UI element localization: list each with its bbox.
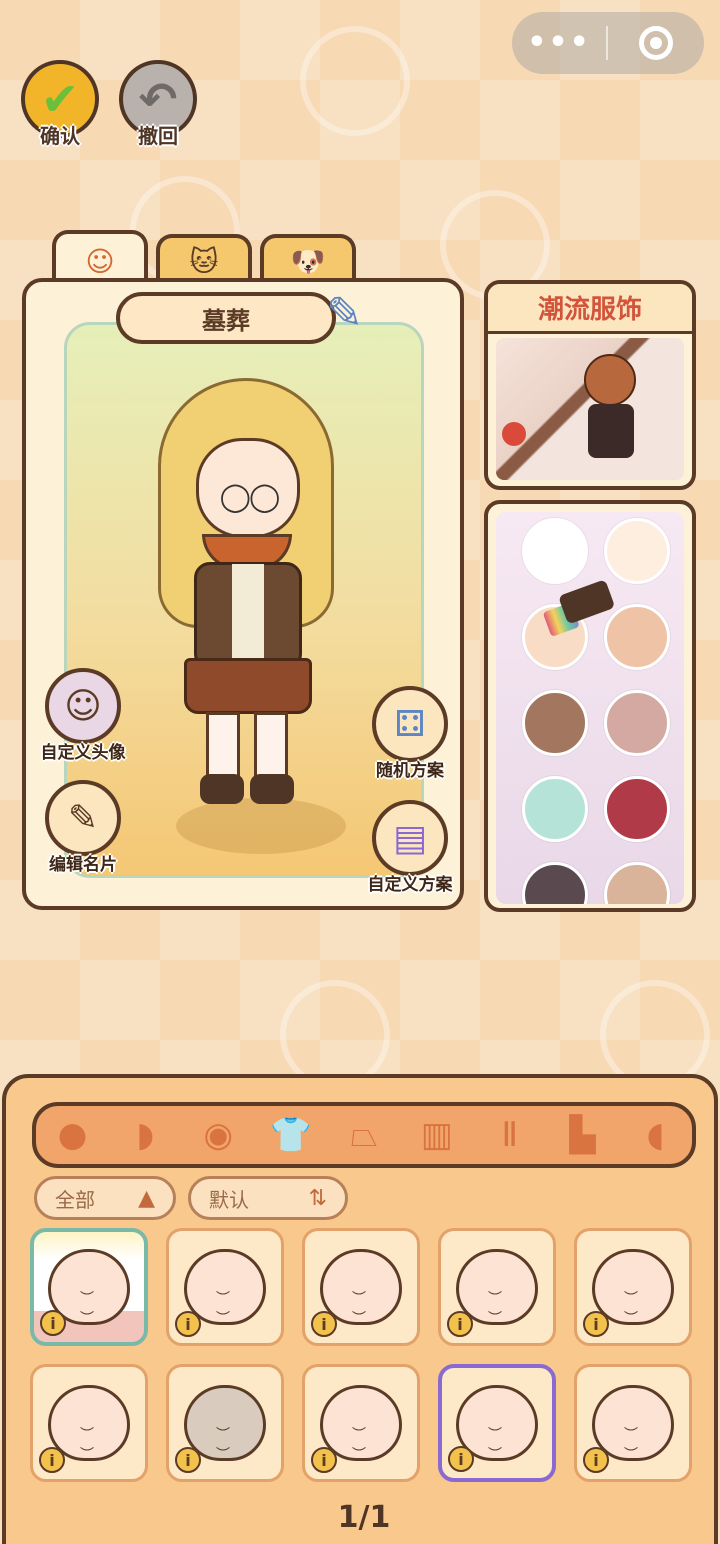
info-icon[interactable]: i <box>583 1311 609 1337</box>
custom-avatar-button[interactable]: ☺ 自定义头像 <box>28 668 138 763</box>
random-plan-button[interactable]: ⚃ 随机方案 <box>360 686 460 781</box>
dice-icon: ⚃ <box>372 686 448 762</box>
more-dots-icon[interactable]: ••• <box>512 12 606 74</box>
info-icon[interactable]: i <box>175 1311 201 1337</box>
fashion-illustration <box>496 338 684 480</box>
close-miniprogram-button[interactable] <box>608 26 704 60</box>
list-item[interactable]: ︶ ︶ i <box>302 1364 420 1482</box>
custom-plan-label: 自定义方案 <box>367 875 453 895</box>
info-icon[interactable]: i <box>39 1447 65 1473</box>
info-icon[interactable]: i <box>175 1447 201 1473</box>
info-icon[interactable]: i <box>311 1311 337 1337</box>
confirm-label: 确认 <box>40 124 80 148</box>
triangle-up-icon: ▲ <box>138 1185 155 1211</box>
undo-label: 撤回 <box>138 124 178 148</box>
list-item[interactable]: ︶ ︶ i <box>166 1364 284 1482</box>
trendy-fashion-panel[interactable]: 潮流服饰 <box>484 280 696 490</box>
sort-arrows-icon: ⇅ <box>308 1185 327 1211</box>
info-icon[interactable]: i <box>40 1310 66 1336</box>
girl-face-icon: ☺ <box>85 244 115 278</box>
character-card: 墓葬 ✎ ◯◯ ☺ 自定义头像 ✎ 编辑名片 ⚃ 随机方案 ▤ 自定义方案 <box>22 278 464 910</box>
accessory-icon[interactable]: ◖ <box>627 1113 683 1157</box>
sort-filter-dropdown[interactable]: 默认 ⇅ <box>188 1176 348 1220</box>
cat-face-icon: 🐱 <box>189 244 219 278</box>
info-icon[interactable]: i <box>448 1446 474 1472</box>
confirm-button[interactable]: ✔ 确认 <box>18 60 102 149</box>
sort-filter-label: 默认 <box>209 1187 249 1212</box>
avatar-icon: ☺ <box>45 668 121 744</box>
custom-avatar-label: 自定义头像 <box>40 743 126 763</box>
list-item[interactable]: ︶ ︶ i <box>438 1364 556 1482</box>
scope-filter-dropdown[interactable]: 全部 ▲ <box>34 1176 176 1220</box>
color-swatch[interactable] <box>522 862 588 904</box>
shirt-icon[interactable]: 👕 <box>263 1113 319 1157</box>
list-item[interactable]: ︶ ︶ i <box>166 1228 284 1346</box>
color-swatch[interactable] <box>604 518 670 584</box>
list-item[interactable]: ︶ ︶ i <box>30 1228 148 1346</box>
color-swatch[interactable] <box>604 862 670 904</box>
miniprogram-capsule: ••• <box>512 12 704 74</box>
background-sun-decoration <box>300 26 410 136</box>
target-icon <box>639 26 673 60</box>
eye-icon[interactable]: ◉ <box>190 1113 246 1157</box>
edit-card-label: 编辑名片 <box>49 855 117 875</box>
pagination-indicator: 1/1 <box>337 1500 391 1535</box>
pants-icon[interactable]: Ⅱ <box>482 1113 538 1157</box>
list-item[interactable]: ︶ ︶ i <box>438 1228 556 1346</box>
random-plan-label: 随机方案 <box>376 761 444 781</box>
face-shape-icon[interactable]: ● <box>44 1113 100 1157</box>
list-item[interactable]: ︶ ︶ i <box>574 1364 692 1482</box>
coat-icon[interactable]: ▥ <box>409 1113 465 1157</box>
color-swatch[interactable] <box>522 518 588 584</box>
scope-filter-label: 全部 <box>55 1187 95 1212</box>
color-swatch[interactable] <box>604 776 670 842</box>
color-swatch[interactable] <box>604 690 670 756</box>
color-palette <box>484 500 696 912</box>
list-item[interactable]: ︶ ︶ i <box>30 1364 148 1482</box>
custom-plan-button[interactable]: ▤ 自定义方案 <box>350 800 470 895</box>
info-icon[interactable]: i <box>583 1447 609 1473</box>
wardrobe-panel: ● ◗ ◉ 👕 ⏢ ▥ Ⅱ ▙ ◖ 全部 ▲ 默认 ⇅ ︶ ︶ i ︶ ︶ i … <box>2 1074 718 1544</box>
dog-face-icon: 🐶 <box>290 244 326 278</box>
color-swatch[interactable] <box>522 690 588 756</box>
outfit-cards-icon: ▤ <box>372 800 448 876</box>
shoe-icon[interactable]: ▙ <box>555 1113 611 1157</box>
edit-card-icon: ✎ <box>45 780 121 856</box>
list-item[interactable]: ︶ ︶ i <box>302 1228 420 1346</box>
list-item[interactable]: ︶ ︶ i <box>574 1228 692 1346</box>
character-name[interactable]: 墓葬 <box>116 292 336 344</box>
character-preview: ◯◯ <box>136 378 356 858</box>
info-icon[interactable]: i <box>447 1311 473 1337</box>
tab-cat[interactable]: 🐱 <box>156 234 252 284</box>
hair-icon[interactable]: ◗ <box>117 1113 173 1157</box>
pencil-icon[interactable]: ✎ <box>326 288 363 339</box>
info-icon[interactable]: i <box>311 1447 337 1473</box>
skirt-icon[interactable]: ⏢ <box>336 1113 392 1157</box>
category-bar: ● ◗ ◉ 👕 ⏢ ▥ Ⅱ ▙ ◖ <box>32 1102 696 1168</box>
undo-button[interactable]: ↶ 撤回 <box>116 60 200 149</box>
tab-dog[interactable]: 🐶 <box>260 234 356 284</box>
color-swatch[interactable] <box>522 776 588 842</box>
trendy-fashion-title: 潮流服饰 <box>488 284 692 334</box>
edit-card-button[interactable]: ✎ 编辑名片 <box>28 780 138 875</box>
